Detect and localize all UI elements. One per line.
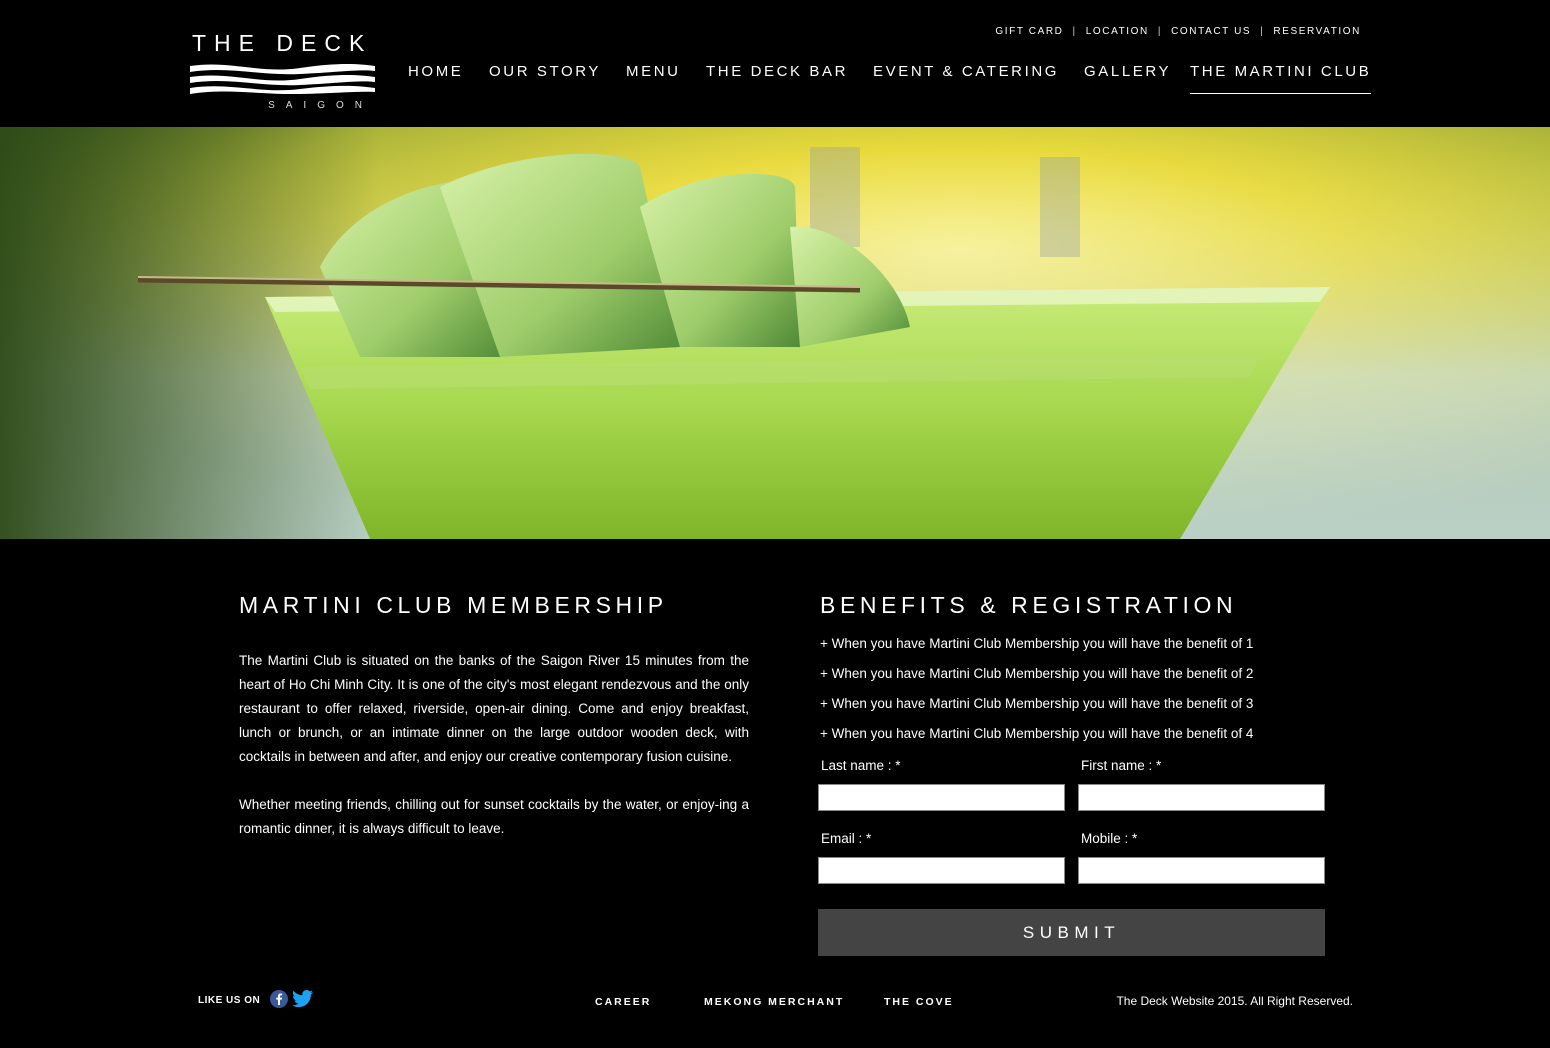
benefit-item: + When you have Martini Club Membership …	[820, 696, 1254, 711]
membership-title: MARTINI CLUB MEMBERSHIP	[239, 592, 668, 618]
mobile-label: Mobile : *	[1081, 831, 1138, 846]
registration-form: Last name : * First name : * Email : * M…	[818, 754, 1325, 956]
like-us: LIKE US ON	[198, 990, 314, 1011]
top-nav-separator: |	[1157, 26, 1163, 37]
nav-gallery[interactable]: GALLERY	[1084, 63, 1171, 80]
first-name-field: First name : *	[1078, 754, 1325, 811]
submit-button[interactable]: SUBMIT	[818, 909, 1325, 956]
benefit-item: + When you have Martini Club Membership …	[820, 666, 1254, 681]
footer-link-mekong-merchant[interactable]: MEKONG MERCHANT	[704, 996, 844, 1008]
form-row: Last name : * First name : *	[818, 754, 1325, 811]
twitter-icon[interactable]	[292, 990, 314, 1011]
benefits-list: + When you have Martini Club Membership …	[820, 629, 1325, 749]
registration-title: BENEFITS & REGISTRATION	[820, 592, 1238, 618]
registration-section: BENEFITS & REGISTRATION + When you have …	[820, 592, 1325, 749]
last-name-label: Last name : *	[821, 758, 901, 773]
like-us-label: LIKE US ON	[198, 995, 261, 1006]
martini-photo-icon	[0, 127, 1550, 539]
site-footer: LIKE US ON CAREER MEKONG MERCHANT THE CO…	[0, 985, 1550, 1025]
hero-banner	[0, 127, 1550, 539]
nav-our-story[interactable]: OUR STORY	[489, 63, 601, 80]
facebook-icon[interactable]	[270, 990, 289, 1011]
top-nav-separator: |	[1072, 26, 1077, 37]
footer-link-career[interactable]: CAREER	[595, 996, 651, 1008]
nav-event-catering[interactable]: EVENT & CATERING	[873, 63, 1059, 80]
top-nav: GIFT CARD | LOCATION | CONTACT US | RESE…	[995, 26, 1361, 37]
nav-menu[interactable]: MENU	[626, 63, 681, 80]
membership-section: MARTINI CLUB MEMBERSHIP The Martini Club…	[239, 592, 749, 841]
top-nav-separator: |	[1260, 26, 1265, 37]
social-icons	[266, 990, 314, 1011]
mobile-field: Mobile : *	[1078, 827, 1325, 884]
benefit-item: + When you have Martini Club Membership …	[820, 636, 1254, 651]
first-name-input[interactable]	[1078, 784, 1325, 811]
benefit-item: + When you have Martini Club Membership …	[820, 726, 1254, 741]
last-name-input[interactable]	[818, 784, 1065, 811]
top-nav-gift-card[interactable]: GIFT CARD	[995, 26, 1063, 37]
main-nav: HOME OUR STORY MENU THE DECK BAR EVENT &…	[0, 63, 1550, 103]
last-name-field: Last name : *	[818, 754, 1065, 811]
mobile-input[interactable]	[1078, 857, 1325, 884]
copyright: The Deck Website 2015. All Right Reserve…	[1116, 994, 1353, 1008]
nav-the-martini-club[interactable]: THE MARTINI CLUB	[1190, 63, 1372, 94]
email-input[interactable]	[818, 857, 1065, 884]
nav-the-deck-bar[interactable]: THE DECK BAR	[706, 63, 848, 80]
top-nav-location[interactable]: LOCATION	[1086, 26, 1149, 37]
top-nav-contact-us[interactable]: CONTACT US	[1171, 26, 1251, 37]
email-label: Email : *	[821, 831, 872, 846]
form-row: Email : * Mobile : *	[818, 827, 1325, 884]
site-header: THE DECK SAIGON GIFT CARD | LOCATION | C…	[0, 0, 1550, 127]
top-nav-reservation[interactable]: RESERVATION	[1273, 26, 1361, 37]
membership-paragraph: The Martini Club is situated on the bank…	[239, 653, 749, 764]
footer-link-the-cove[interactable]: THE COVE	[884, 996, 954, 1008]
first-name-label: First name : *	[1081, 758, 1162, 773]
nav-home[interactable]: HOME	[408, 63, 463, 80]
email-field: Email : *	[818, 827, 1065, 884]
membership-paragraph: Whether meeting friends, chilling out fo…	[239, 797, 749, 836]
logo-title: THE DECK	[192, 30, 373, 56]
